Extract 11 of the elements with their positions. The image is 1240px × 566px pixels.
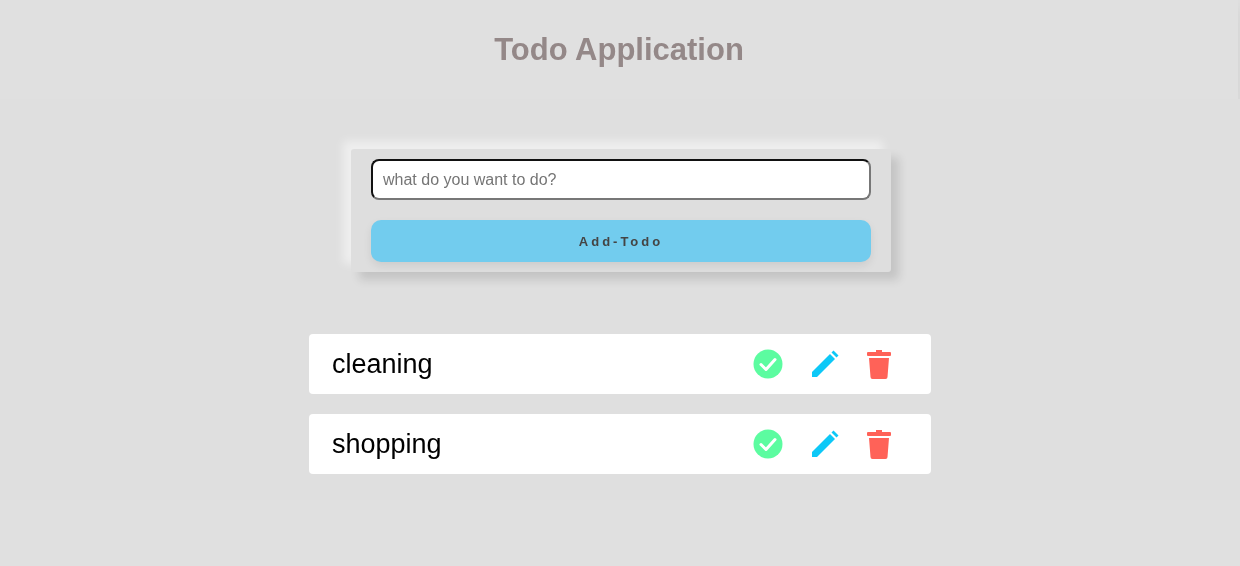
todo-text: cleaning	[332, 348, 433, 380]
check-icon[interactable]	[753, 349, 783, 379]
add-todo-button[interactable]: Add-Todo	[371, 220, 871, 262]
trash-icon[interactable]	[867, 429, 891, 459]
todo-text: shopping	[332, 428, 442, 460]
check-icon[interactable]	[753, 429, 783, 459]
pencil-icon[interactable]	[810, 429, 840, 459]
app-title: Todo Application	[494, 31, 744, 68]
todo-input-field[interactable]: what do you want to do?	[371, 159, 871, 200]
trash-icon[interactable]	[867, 349, 891, 379]
pencil-icon[interactable]	[810, 349, 840, 379]
